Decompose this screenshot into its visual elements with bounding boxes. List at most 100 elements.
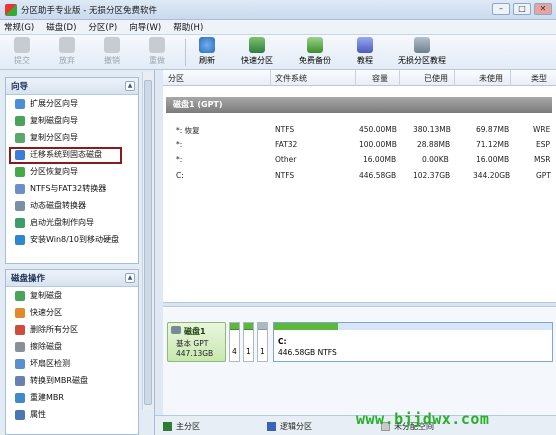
disk-op-wipe[interactable]: 擦除磁盘 — [6, 338, 138, 355]
disk-op-label: 擦除磁盘 — [30, 342, 62, 351]
disk-op-label: 删除所有分区 — [30, 325, 78, 334]
wizard-item-dynamic-disk[interactable]: 动态磁盘转换器 — [6, 197, 138, 214]
disk-op-properties[interactable]: 属性 — [6, 406, 138, 423]
col-used[interactable]: 已使用 — [424, 73, 448, 84]
disk-icon — [171, 326, 181, 334]
partition-block-c[interactable]: C: 446.58GB NTFS — [273, 322, 553, 362]
primary-legend-icon — [163, 422, 172, 431]
disk-size: 447.13GB — [176, 349, 214, 358]
cell-partition: *: 恢复 — [176, 126, 200, 135]
partition-block-esp[interactable]: 1 — [243, 322, 254, 362]
col-filesystem[interactable]: 文件系统 — [275, 73, 307, 84]
disk-map: 磁盘1 基本 GPT 447.13GB 4 1 1 C: 446.58GB NT… — [163, 308, 556, 415]
cell-capacity: 100.00MB — [359, 140, 397, 149]
wizard-item-label: 复制磁盘向导 — [30, 116, 78, 125]
usage-bar — [244, 323, 253, 330]
wizard-item-label: 复制分区向导 — [30, 133, 78, 142]
wizard-item-copy-partition[interactable]: 复制分区向导 — [6, 129, 138, 146]
partition-block-recovery[interactable]: 4 — [229, 322, 240, 362]
convert-mbr-icon — [15, 375, 25, 386]
menu-partition[interactable]: 分区(P) — [88, 21, 117, 33]
cell-partition: *: — [176, 155, 183, 164]
disk-op-quick-partition[interactable]: 快速分区 — [6, 304, 138, 321]
disk-op-delete-all[interactable]: 删除所有分区 — [6, 321, 138, 338]
collapse-icon[interactable]: ▲ — [125, 273, 135, 283]
wizard-item-copy-disk[interactable]: 复制磁盘向导 — [6, 112, 138, 129]
col-divider — [355, 70, 356, 86]
properties-icon — [15, 409, 25, 420]
table-row[interactable]: C: NTFS 446.58GB 102.37GB 344.20GB GPT — [163, 168, 556, 184]
menu-general[interactable]: 常规(G) — [4, 21, 34, 33]
disk-op-label: 快速分区 — [30, 308, 62, 317]
cell-free: 71.12MB — [476, 140, 510, 149]
wizard-item-migrate-os[interactable]: 迁移系统到固态磁盘 — [6, 146, 138, 164]
col-capacity[interactable]: 容量 — [372, 73, 388, 84]
wizard-item-win-to-go[interactable]: 安装Win8/10到移动硬盘 — [6, 231, 138, 248]
close-button[interactable]: ✕ — [534, 3, 552, 15]
wizard-item-label: 安装Win8/10到移动硬盘 — [30, 235, 119, 244]
col-type[interactable]: 类型 — [531, 73, 547, 84]
disk-info-box[interactable]: 磁盘1 基本 GPT 447.13GB — [167, 322, 226, 362]
pane-splitter[interactable] — [163, 302, 556, 307]
cell-used: 380.13MB — [413, 125, 451, 134]
wizard-item-boot-cd[interactable]: 启动光盘制作向导 — [6, 214, 138, 231]
cell-partition: *: — [176, 140, 183, 149]
discard-button[interactable]: 放弃 — [59, 37, 75, 68]
free-backup-button[interactable]: 免费备份 — [299, 37, 331, 68]
wizard-item-extend[interactable]: 扩展分区向导 — [6, 95, 138, 112]
menu-wizard[interactable]: 向导(W) — [129, 21, 161, 33]
menu-disk[interactable]: 磁盘(D) — [46, 21, 76, 33]
windows-to-go-icon — [15, 234, 25, 245]
col-partition[interactable]: 分区 — [168, 73, 184, 84]
table-row[interactable]: *: Other 16.00MB 0.00KB 16.00MB MSR — [163, 152, 556, 168]
table-row[interactable]: *: 恢复 NTFS 450.00MB 380.13MB 69.87MB WRE — [163, 122, 556, 138]
cell-free: 69.87MB — [476, 125, 510, 134]
usage-bar — [230, 323, 239, 330]
collapse-icon[interactable]: ▲ — [125, 81, 135, 91]
maximize-button[interactable]: □ — [513, 3, 531, 15]
redo-label: 重做 — [149, 56, 165, 65]
disk-op-rebuild-mbr[interactable]: 重建MBR — [6, 389, 138, 406]
cell-filesystem: NTFS — [275, 125, 295, 134]
copy-disk-icon — [15, 290, 25, 301]
rebuild-mbr-icon — [15, 392, 25, 403]
redo-button[interactable]: 重做 — [149, 37, 165, 68]
col-divider — [454, 70, 455, 86]
extend-partition-icon — [15, 98, 25, 109]
disk-op-bad-sector[interactable]: 坏扇区检测 — [6, 355, 138, 372]
minimize-button[interactable]: – — [492, 3, 510, 15]
menu-help[interactable]: 帮助(H) — [173, 21, 203, 33]
wizard-panel-header: 向导 ▲ — [6, 78, 138, 95]
quick-partition-button[interactable]: 快速分区 — [241, 37, 273, 68]
partition-block-msr[interactable]: 1 — [257, 322, 268, 362]
cell-capacity: 450.00MB — [359, 125, 397, 134]
cell-capacity: 16.00MB — [363, 155, 397, 164]
undo-button[interactable]: 撤销 — [104, 37, 120, 68]
col-free[interactable]: 未使用 — [479, 73, 503, 84]
app-logo-icon — [5, 3, 17, 16]
menu-bar: 常规(G) 磁盘(D) 分区(P) 向导(W) 帮助(H) — [0, 20, 556, 35]
refresh-label: 刷新 — [199, 56, 215, 65]
wizard-item-recovery[interactable]: 分区恢复向导 — [6, 163, 138, 180]
tutorial-icon — [357, 37, 373, 53]
disk-op-copy[interactable]: 复制磁盘 — [6, 287, 138, 304]
commit-button[interactable]: 提交 — [14, 37, 30, 68]
wizard-item-ntfs-fat32[interactable]: NTFS与FAT32转换器 — [6, 180, 138, 197]
scroll-thumb[interactable] — [144, 80, 152, 405]
commit-icon — [14, 37, 30, 53]
table-row[interactable]: *: FAT32 100.00MB 28.88MB 71.12MB ESP — [163, 137, 556, 153]
wizard-item-label: 启动光盘制作向导 — [30, 218, 94, 227]
disk-band[interactable]: 磁盘1 (GPT) — [166, 97, 552, 113]
tutorial-button[interactable]: 教程 — [357, 37, 373, 68]
usage-bar — [258, 323, 267, 330]
wizard-item-label: NTFS与FAT32转换器 — [30, 184, 107, 193]
lossless-tutorial-button[interactable]: 无损分区教程 — [398, 37, 446, 68]
discard-label: 放弃 — [59, 56, 75, 65]
cell-filesystem: FAT32 — [275, 140, 298, 149]
left-scrollbar[interactable] — [142, 72, 153, 410]
window-controls: – □ ✕ — [492, 3, 552, 15]
disk-op-convert-mbr[interactable]: 转换到MBR磁盘 — [6, 372, 138, 389]
disk-ops-panel-header: 磁盘操作 ▲ — [6, 270, 138, 287]
refresh-button[interactable]: 刷新 — [199, 37, 215, 68]
partition-block-label: 1 — [260, 347, 265, 356]
